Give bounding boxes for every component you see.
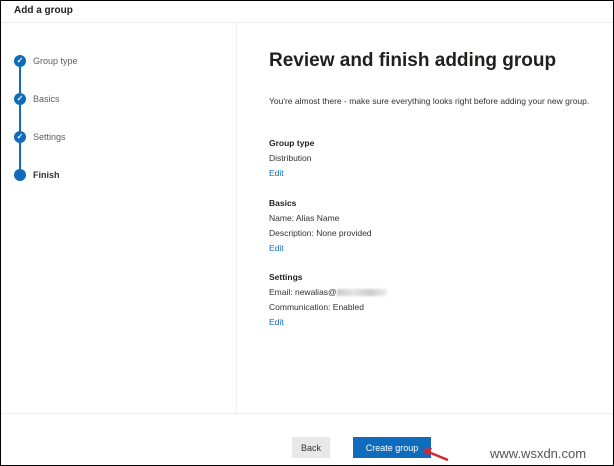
edit-basics-link[interactable]: Edit bbox=[269, 241, 372, 256]
red-arrow-annotation bbox=[422, 448, 449, 462]
edit-settings-link[interactable]: Edit bbox=[269, 315, 387, 330]
section-settings: Settings Email: newalias@ Communication:… bbox=[269, 270, 387, 330]
step-label: Group type bbox=[33, 56, 78, 66]
step-connector bbox=[19, 105, 21, 131]
name-value: Name: Alias Name bbox=[269, 213, 340, 223]
group-type-value: Distribution bbox=[269, 153, 312, 163]
step-label: Finish bbox=[33, 170, 60, 180]
page-title: Review and finish adding group bbox=[269, 50, 557, 71]
check-icon: ✓ bbox=[14, 131, 26, 143]
section-group-type: Group type Distribution Edit bbox=[269, 136, 314, 181]
back-button[interactable]: Back bbox=[292, 437, 330, 458]
step-basics[interactable]: ✓ Basics bbox=[14, 92, 60, 106]
step-label: Basics bbox=[33, 94, 60, 104]
section-heading: Basics bbox=[269, 198, 297, 208]
step-settings[interactable]: ✓ Settings bbox=[14, 130, 66, 144]
panel-header: Add a group bbox=[1, 1, 613, 23]
check-icon: ✓ bbox=[14, 93, 26, 105]
section-basics: Basics Name: Alias Name Description: Non… bbox=[269, 196, 372, 256]
blurred-domain bbox=[336, 289, 387, 297]
communication-value: Communication: Enabled bbox=[269, 302, 364, 312]
check-icon: ✓ bbox=[14, 55, 26, 67]
step-group-type[interactable]: ✓ Group type bbox=[14, 54, 78, 68]
panel-title: Add a group bbox=[14, 5, 73, 16]
page-subtitle: You're almost there - make sure everythi… bbox=[269, 96, 590, 106]
email-value: Email: newalias@ bbox=[269, 287, 337, 297]
step-finish: Finish bbox=[14, 168, 60, 182]
current-step-icon bbox=[14, 169, 26, 181]
section-heading: Settings bbox=[269, 272, 303, 282]
step-label: Settings bbox=[33, 132, 66, 142]
wizard-steps: ✓ Group type ✓ Basics ✓ Settings Finish bbox=[1, 23, 237, 413]
watermark: www.wsxdn.com bbox=[490, 446, 587, 461]
section-heading: Group type bbox=[269, 138, 315, 148]
description-value: Description: None provided bbox=[269, 228, 372, 238]
step-connector bbox=[19, 67, 21, 93]
edit-group-type-link[interactable]: Edit bbox=[269, 166, 314, 181]
step-connector bbox=[19, 143, 21, 169]
footer-divider bbox=[1, 413, 613, 414]
